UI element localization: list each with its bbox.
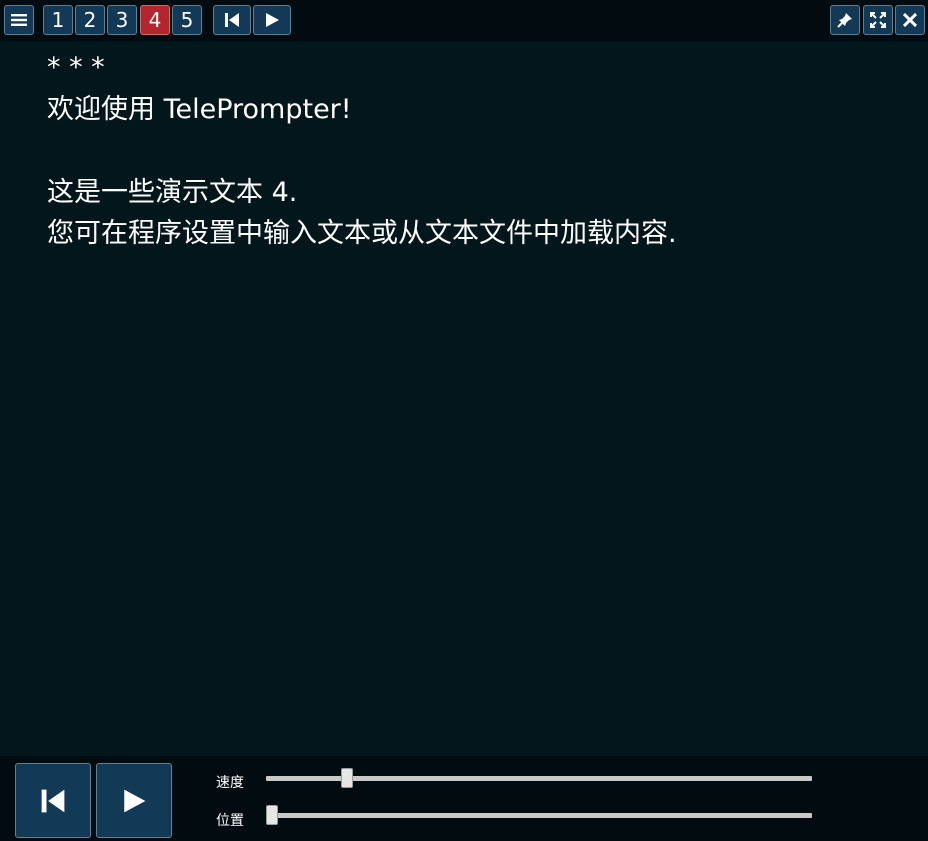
page-label: 1 — [51, 8, 65, 32]
play-icon — [266, 13, 279, 27]
text-line: 欢迎使用 TelePrompter! — [47, 93, 352, 125]
skip-to-start-icon — [225, 13, 239, 27]
top-toolbar: 1 2 3 4 5 — [0, 0, 928, 41]
hamburger-menu-icon — [11, 14, 27, 26]
pin-button[interactable] — [830, 5, 860, 35]
fullscreen-button[interactable] — [863, 5, 893, 35]
restart-button-large[interactable] — [15, 763, 91, 838]
skip-to-start-icon — [41, 789, 65, 812]
text-line: 您可在程序设置中输入文本或从文本文件中加载内容. — [47, 218, 677, 249]
page-label: 5 — [180, 8, 194, 32]
speed-slider[interactable] — [266, 768, 812, 788]
close-icon — [903, 13, 917, 27]
page-button-5[interactable]: 5 — [172, 5, 202, 35]
page-button-1[interactable]: 1 — [43, 5, 73, 35]
position-label: 位置 — [216, 813, 244, 829]
page-button-4[interactable]: 4 — [140, 5, 170, 35]
text-line — [47, 130, 677, 172]
text-line: * * * — [47, 52, 105, 83]
speed-label: 速度 — [216, 775, 244, 791]
prompter-text-area: * * * 欢迎使用 TelePrompter! 这是一些演示文本 4. 您可在程序设… — [0, 41, 928, 756]
menu-button[interactable] — [4, 5, 34, 35]
page-button-2[interactable]: 2 — [75, 5, 105, 35]
pin-icon — [837, 13, 852, 28]
speed-slider-thumb[interactable] — [340, 768, 353, 788]
play-icon — [124, 789, 146, 812]
close-button[interactable] — [895, 5, 925, 35]
position-slider[interactable] — [266, 805, 812, 825]
bottom-controls: 速度 位置 — [0, 756, 928, 841]
restart-button[interactable] — [213, 5, 251, 35]
play-button-large[interactable] — [96, 763, 172, 838]
position-slider-thumb[interactable] — [266, 805, 278, 825]
page-label: 2 — [83, 8, 97, 32]
fullscreen-icon — [870, 12, 886, 28]
page-button-3[interactable]: 3 — [107, 5, 137, 35]
prompter-text: * * * 欢迎使用 TelePrompter! 这是一些演示文本 4. 您可在程序设… — [47, 47, 677, 255]
text-line: 这是一些演示文本 4. — [47, 176, 298, 208]
page-label: 4 — [148, 8, 162, 32]
play-button[interactable] — [253, 5, 291, 35]
page-label: 3 — [115, 8, 129, 32]
